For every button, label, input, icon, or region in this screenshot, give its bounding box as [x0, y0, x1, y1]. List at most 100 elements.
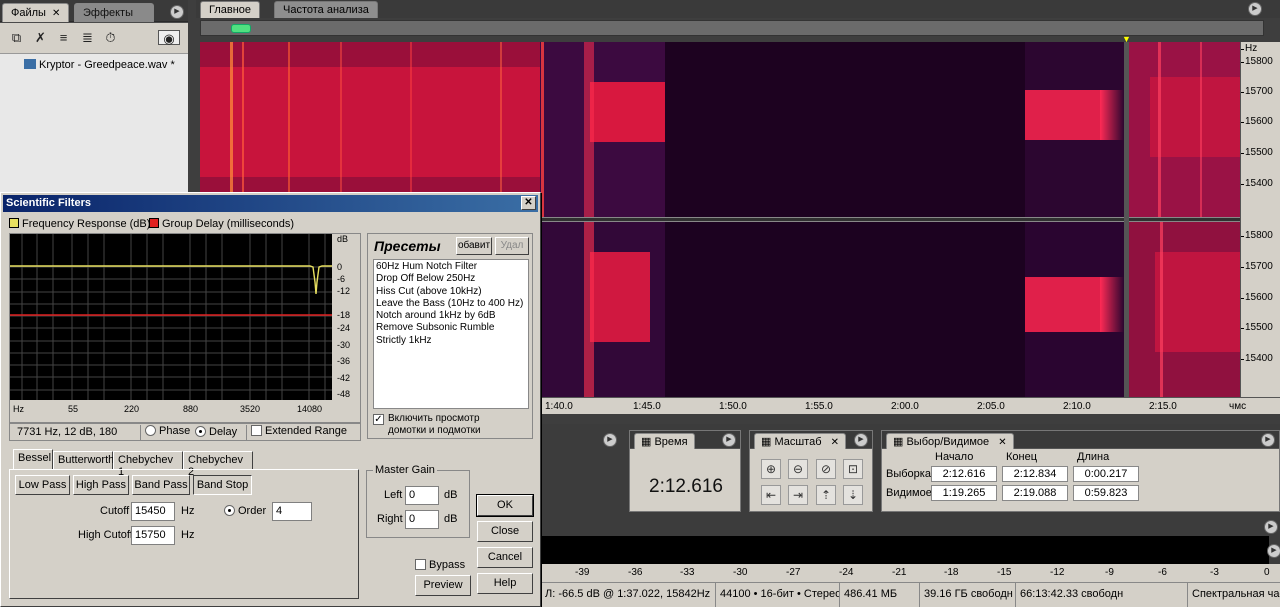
transport-menu-icon[interactable]: ▶: [603, 433, 617, 447]
gain-right-input[interactable]: 0: [405, 510, 439, 529]
band-pass-button[interactable]: Band Pass: [132, 475, 190, 495]
selection-menu-icon[interactable]: ▶: [1261, 433, 1275, 447]
dialog-close-button[interactable]: ✕: [521, 196, 536, 210]
meter-menu-icon[interactable]: ▶: [1264, 520, 1278, 534]
meter-tick: -21: [892, 567, 907, 578]
close-file-icon[interactable]: ✗: [32, 30, 49, 45]
cutoff-input[interactable]: 15450: [131, 502, 175, 521]
close-button[interactable]: Close: [477, 521, 533, 542]
tab-files[interactable]: Файлы ✕: [2, 3, 70, 22]
tab-chebychev-1[interactable]: Chebychev 1: [113, 451, 183, 478]
status-bar: Л: -66.5 dB @ 1:37.022, 15842Hz 44100 • …: [541, 582, 1280, 607]
meter-scroll-icon[interactable]: ▶: [1267, 544, 1280, 558]
time-ruler[interactable]: 1:40.0 1:45.0 1:50.0 1:55.0 2:00.0 2:05.…: [541, 397, 1280, 414]
selection-end-field[interactable]: 2:12.834: [1002, 466, 1068, 482]
close-icon[interactable]: ✕: [52, 8, 60, 19]
freq-tick: 55: [68, 404, 78, 414]
tab-chebychev-2[interactable]: Chebychev 2: [183, 451, 253, 478]
selection-view-panel: ▦ Выбор/Видимое ✕ ▶ Начало Конец Длина В…: [881, 430, 1280, 512]
spectrogram-channel-left[interactable]: [200, 42, 1240, 217]
list-item[interactable]: Strictly 1kHz: [376, 335, 526, 347]
meter-tick: -9: [1105, 567, 1114, 578]
delay-radio[interactable]: Delay: [195, 426, 237, 438]
cancel-button[interactable]: Cancel: [477, 547, 533, 568]
tab-selection-view[interactable]: ▦ Выбор/Видимое ✕: [886, 433, 1014, 449]
list-item[interactable]: Hiss Cut (above 10kHz): [376, 286, 526, 298]
zoom-out-horizontal-icon[interactable]: ⊖: [788, 459, 808, 479]
checkbox-icon: [415, 559, 426, 570]
dialog-titlebar[interactable]: Scientific Filters ✕: [3, 195, 538, 212]
extended-range-checkbox[interactable]: Extended Range: [246, 425, 347, 441]
overview-scrollbar[interactable]: [200, 20, 1264, 36]
freq-tick: 220: [124, 404, 139, 414]
view-start-field[interactable]: 1:19.265: [931, 485, 997, 501]
tab-butterworth[interactable]: Butterworth: [53, 451, 114, 469]
time-panel: ▦ Время ▶ 2:12.616: [629, 430, 741, 512]
list-item[interactable]: Leave the Bass (10Hz to 400 Hz): [376, 298, 526, 310]
bypass-checkbox[interactable]: Bypass: [415, 559, 465, 571]
view-end-field[interactable]: 2:19.088: [1002, 485, 1068, 501]
insert-icon[interactable]: ≡: [55, 30, 72, 45]
zoom-out-full-icon[interactable]: ⊘: [816, 459, 836, 479]
preset-list[interactable]: 60Hz Hum Notch Filter Drop Off Below 250…: [373, 259, 529, 409]
file-item[interactable]: Kryptor - Greedpeace.wav *: [24, 59, 175, 71]
view-length-field[interactable]: 0:59.823: [1073, 485, 1139, 501]
order-input[interactable]: 4: [272, 502, 312, 521]
preset-add-button[interactable]: обавит: [456, 237, 492, 255]
radio-icon: [145, 425, 156, 436]
gain-left-input[interactable]: 0: [405, 486, 439, 505]
db-unit: dB: [337, 234, 348, 244]
tab-main[interactable]: Главное: [200, 1, 261, 18]
tab-frequency-analysis[interactable]: Частота анализа: [274, 1, 378, 18]
view-options-icon[interactable]: ◉: [158, 30, 180, 46]
zoom-selection-icon[interactable]: ⊡: [843, 459, 863, 479]
zoom-in-horizontal-icon[interactable]: ⊕: [761, 459, 781, 479]
open-file-icon[interactable]: ⧉: [8, 30, 25, 45]
playhead-cursor[interactable]: [1124, 42, 1129, 397]
db-tick: -48: [337, 389, 350, 399]
preroll-preview-checkbox[interactable]: ✓ Включить просмотр домотки и подмотки: [373, 413, 481, 437]
autoplay-icon[interactable]: ⏱: [102, 30, 119, 45]
time-menu-icon[interactable]: ▶: [722, 433, 736, 447]
panel-menu-icon[interactable]: ▶: [170, 5, 184, 19]
close-icon[interactable]: ✕: [831, 437, 839, 448]
tab-bessel[interactable]: Bessel: [13, 449, 53, 469]
phase-radio[interactable]: Phase: [140, 425, 190, 441]
high-pass-button[interactable]: High Pass: [73, 475, 129, 495]
tab-time[interactable]: ▦ Время: [634, 433, 695, 449]
zoom-right-edge-icon[interactable]: ⇥: [788, 485, 808, 505]
db-tick: -18: [337, 310, 350, 320]
tab-zoom[interactable]: ▦ Масштаб ✕: [754, 433, 846, 449]
high-cutoff-input[interactable]: 15750: [131, 526, 175, 545]
list-item[interactable]: Drop Off Below 250Hz: [376, 273, 526, 285]
low-pass-button[interactable]: Low Pass: [15, 475, 70, 495]
list-item[interactable]: Remove Subsonic Rumble: [376, 322, 526, 334]
db-tick: -30: [337, 340, 350, 350]
frequency-response-plot[interactable]: dB 0 -6 -12 -18 -24 -30 -36 -42 -48 Hz 5…: [10, 234, 360, 422]
header-start: Начало: [935, 451, 974, 463]
tab-effects[interactable]: Эффекты: [74, 3, 154, 22]
preview-button[interactable]: Preview: [415, 575, 471, 596]
playhead-marker-icon[interactable]: ▼: [1122, 34, 1131, 44]
overview-thumb[interactable]: [231, 24, 251, 33]
editor-menu-icon[interactable]: ▶: [1248, 2, 1262, 16]
list-item[interactable]: Notch around 1kHz by 6dB: [376, 310, 526, 322]
zoom-menu-icon[interactable]: ▶: [854, 433, 868, 447]
zoom-left-edge-icon[interactable]: ⇤: [761, 485, 781, 505]
band-stop-button[interactable]: Band Stop: [193, 475, 252, 495]
multitrack-icon[interactable]: ≣: [79, 30, 96, 45]
close-icon[interactable]: ✕: [998, 437, 1006, 448]
zoom-out-vertical-icon[interactable]: ⇣: [843, 485, 863, 505]
freq-tick: 880: [183, 404, 198, 414]
selection-length-field[interactable]: 0:00.217: [1073, 466, 1139, 482]
order-radio[interactable]: Order: [224, 505, 266, 517]
help-button[interactable]: Help: [477, 573, 533, 594]
files-list: Kryptor - Greedpeace.wav *: [0, 53, 188, 195]
preset-delete-button[interactable]: Удал: [495, 237, 529, 255]
frequency-response-graph[interactable]: dB 0 -6 -12 -18 -24 -30 -36 -42 -48 Hz 5…: [9, 233, 361, 423]
presets-panel: Пресеты обавит Удал 60Hz Hum Notch Filte…: [367, 233, 533, 439]
selection-start-field[interactable]: 2:12.616: [931, 466, 997, 482]
zoom-in-vertical-icon[interactable]: ⇡: [816, 485, 836, 505]
list-item[interactable]: 60Hz Hum Notch Filter: [376, 261, 526, 273]
ok-button[interactable]: OK: [476, 494, 534, 517]
